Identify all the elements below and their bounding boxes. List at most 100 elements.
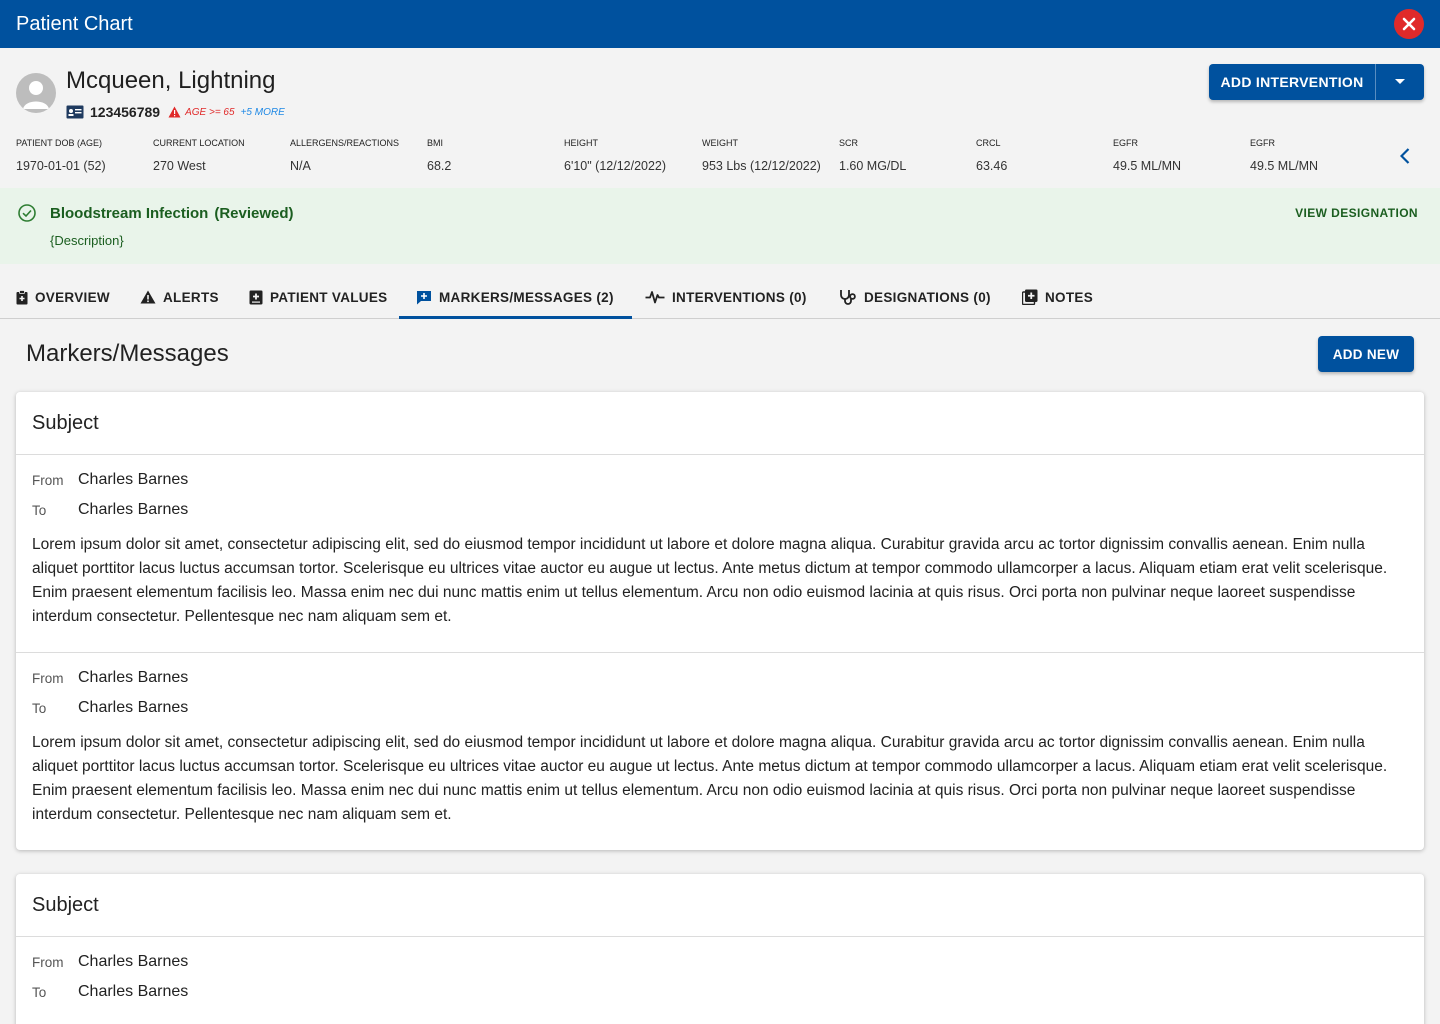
to-label: To	[32, 984, 47, 1000]
tab-interventions[interactable]: INTERVENTIONS (0)	[645, 276, 807, 318]
message-flag-icon	[417, 290, 431, 304]
person-icon	[23, 81, 49, 109]
vital-value: 49.5 ML/MN	[1250, 159, 1319, 173]
clipboard-icon	[16, 289, 28, 304]
message-item: From Charles Barnes To Charles Barnes Lore…	[16, 653, 1424, 850]
card-subject: Subject	[16, 392, 1424, 455]
designation-banner	[0, 188, 1440, 264]
chevron-left-icon	[1400, 148, 1410, 164]
to-value: Charles Barnes	[78, 983, 189, 1000]
id-card-icon	[66, 105, 84, 119]
to-value: Charles Barnes	[78, 699, 189, 716]
vital-egfr: EGFR 49.5 ML/MN	[1250, 137, 1318, 174]
vital-height: HEIGHT 6'10" (12/12/2022)	[564, 137, 666, 174]
vital-value: 49.5 ML/MN	[1113, 159, 1182, 173]
add-new-button[interactable]: ADD NEW	[1318, 336, 1414, 372]
to-value: Charles Barnes	[78, 501, 189, 518]
vital-weight: WEIGHT 953 Lbs (12/12/2022)	[702, 137, 821, 174]
vital-value: 1970-01-01 (52)	[16, 159, 106, 173]
more-alerts-link[interactable]: +5 MORE	[241, 107, 285, 118]
tab-label: PATIENT VALUES	[270, 289, 388, 305]
vital-label: EGFR	[1113, 138, 1139, 148]
vital-label: EGFR	[1250, 138, 1276, 148]
from-row: From Charles Barnes	[32, 471, 1408, 489]
patient-id-row: 123456789 AGE >= 65 +5 MORE	[66, 103, 285, 121]
to-row: To Charles Barnes	[32, 983, 1408, 1001]
tab-bar: OVERVIEW ALERTS PATIENT VALUES MARKERS/M…	[0, 276, 1440, 319]
to-row: To Charles Barnes	[32, 501, 1408, 519]
message-item: From Charles Barnes To Charles Barnes Lore…	[16, 455, 1424, 653]
vital-value: 68.2	[427, 159, 452, 173]
tab-overview[interactable]: OVERVIEW	[16, 276, 110, 318]
vital-value: 6'10" (12/12/2022)	[564, 159, 667, 173]
warning-icon	[168, 106, 181, 118]
vital-value: 953 Lbs (12/12/2022)	[702, 159, 821, 173]
add-intervention-split-button: ADD INTERVENTION	[1209, 64, 1424, 100]
designation-description: {Description}	[50, 233, 124, 248]
patient-mrn: 123456789	[90, 104, 161, 120]
vital-value: 1.60 MG/DL	[839, 159, 907, 173]
add-note-icon	[1022, 289, 1038, 305]
to-label: To	[32, 502, 47, 518]
vital-dob: PATIENT DOB (AGE) 1970-01-01 (52)	[16, 137, 106, 174]
designation-name: Bloodstream Infection	[50, 205, 209, 222]
vital-label: HEIGHT	[564, 138, 599, 148]
from-row: From Charles Barnes	[32, 953, 1408, 971]
from-label: From	[32, 954, 64, 970]
avatar	[16, 73, 56, 113]
tab-patient-values[interactable]: PATIENT VALUES	[249, 276, 387, 318]
tab-notes[interactable]: NOTES	[1022, 276, 1093, 318]
message-body: Lorem ipsum dolor sit amet, consectetur …	[32, 734, 1388, 823]
close-button[interactable]	[1394, 9, 1424, 39]
message-card: Subject From Charles Barnes To Charles Bar…	[16, 874, 1424, 1024]
check-circle-icon	[18, 204, 36, 222]
to-row: To Charles Barnes	[32, 699, 1408, 717]
vital-value: 63.46	[976, 159, 1008, 173]
from-value: Charles Barnes	[78, 471, 189, 488]
from-label: From	[32, 472, 64, 488]
tab-designations[interactable]: DESIGNATIONS (0)	[839, 276, 991, 318]
vital-label: CURRENT LOCATION	[153, 138, 245, 148]
age-alert-badge: AGE >= 65	[185, 106, 235, 118]
patient-name: Mcqueen, Lightning	[66, 67, 276, 94]
tab-label: DESIGNATIONS (0)	[864, 289, 991, 305]
from-value: Charles Barnes	[78, 669, 189, 686]
tab-alerts[interactable]: ALERTS	[140, 276, 219, 318]
title-bar: Patient Chart	[0, 0, 1440, 48]
message-body: Lorem ipsum dolor sit amet, consectetur …	[32, 536, 1388, 625]
vital-label: BMI	[427, 138, 444, 148]
window-title: Patient Chart	[16, 13, 133, 35]
vital-egfr: EGFR 49.5 ML/MN	[1113, 137, 1181, 174]
add-intervention-dropdown-button[interactable]	[1376, 64, 1424, 100]
close-icon	[1402, 17, 1416, 31]
vital-location: CURRENT LOCATION 270 West	[153, 137, 245, 174]
warning-icon	[140, 290, 156, 304]
vital-label: WEIGHT	[702, 138, 738, 148]
vital-label: ALLERGENS/REACTIONS	[290, 138, 400, 148]
vital-label: PATIENT DOB (AGE)	[16, 138, 103, 148]
message-item: From Charles Barnes To Charles Barnes	[16, 937, 1424, 1001]
collapse-vitals-button[interactable]	[1396, 146, 1414, 166]
card-subject: Subject	[16, 874, 1424, 937]
vital-allergens: ALLERGENS/REACTIONS N/A	[290, 137, 399, 174]
vital-bmi: BMI 68.2	[427, 137, 451, 174]
view-designation-link[interactable]: VIEW DESIGNATION	[1295, 206, 1418, 220]
to-label: To	[32, 700, 47, 716]
vital-label: SCR	[839, 138, 859, 148]
vital-scr: SCR 1.60 MG/DL	[839, 137, 906, 174]
tab-label: OVERVIEW	[35, 289, 110, 305]
pulse-icon	[645, 291, 665, 304]
tab-label: INTERVENTIONS (0)	[672, 289, 807, 305]
vital-label: CRCL	[976, 138, 1001, 148]
tab-label: ALERTS	[163, 289, 219, 305]
medical-book-icon	[249, 290, 263, 304]
caret-down-icon	[1395, 79, 1405, 84]
add-intervention-button[interactable]: ADD INTERVENTION	[1209, 64, 1376, 100]
tab-label: MARKERS/MESSAGES (2)	[439, 289, 614, 305]
tab-markers-messages[interactable]: MARKERS/MESSAGES (2)	[399, 276, 632, 319]
from-label: From	[32, 670, 64, 686]
vital-value: 270 West	[153, 159, 206, 173]
tab-label: NOTES	[1045, 289, 1094, 305]
stethoscope-icon	[840, 290, 856, 305]
message-card: Subject From Charles Barnes To Charles Bar…	[16, 392, 1424, 850]
